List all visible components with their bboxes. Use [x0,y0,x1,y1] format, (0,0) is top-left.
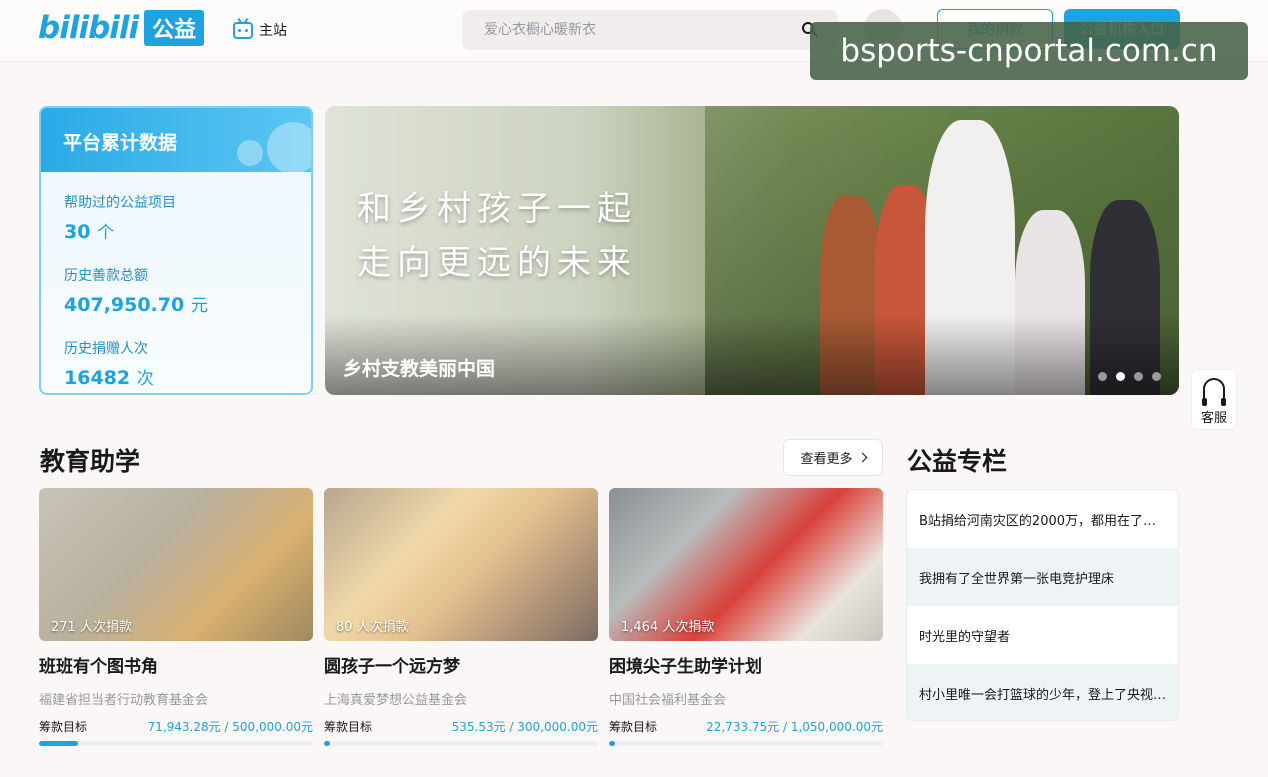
project-image: 271 人次捐款 [39,488,313,641]
hero-banner[interactable]: 和乡村孩子一起 走向更远的未来 乡村支教美丽中国 [325,106,1179,395]
project-goal: 筹款目标 535.53元 / 300,000.00元 [324,718,598,735]
customer-service-button[interactable]: 客服 [1191,369,1237,430]
view-more-button[interactable]: 查看更多 [783,439,883,476]
goal-label: 筹款目标 [39,720,88,734]
stats-title: 平台累计数据 [63,132,178,154]
carousel-dot[interactable] [1098,372,1107,381]
stat-label-total: 历史善款总额 [64,268,148,284]
project-goal: 筹款目标 71,943.28元 / 500,000.00元 [39,718,313,735]
customer-service-label: 客服 [1200,411,1227,426]
tv-icon [233,21,253,39]
carousel-dots [1098,372,1161,381]
project-org: 福建省担当者行动教育基金会 [39,693,209,708]
headset-icon [1202,378,1226,406]
progress-fill [324,741,331,746]
search-bar [462,10,838,50]
bubble-decoration [267,122,311,174]
carousel-dot[interactable] [1116,372,1125,381]
column-article-link[interactable]: 我拥有了全世界第一张电竞护理床 [907,548,1178,606]
column-list: B站捐给河南灾区的2000万，都用在了哪里？ 我拥有了全世界第一张电竞护理床 时… [906,489,1179,721]
stat-value-donors: 16482 次 [64,367,154,389]
main-site-link[interactable]: 主站 [233,20,287,40]
carousel-dot[interactable] [1152,372,1161,381]
section-title-column: 公益专栏 [907,447,1008,476]
bubble-decoration [237,140,263,166]
goal-label: 筹款目标 [324,720,373,734]
progress-track [39,741,313,746]
project-image: 1,464 人次捐款 [609,488,883,641]
project-title: 班班有个图书角 [39,657,158,677]
project-image: 80 人次捐款 [324,488,598,641]
project-title: 困境尖子生助学计划 [609,657,762,677]
donor-count: 80 人次捐款 [336,620,409,635]
banner-headline: 和乡村孩子一起 走向更远的未来 [357,189,637,283]
logo-text: bilibili [38,10,139,46]
platform-stats-card: 平台累计数据 帮助过的公益项目 30 个 历史善款总额 407,950.70 元… [39,106,313,395]
progress-track [324,741,598,746]
column-article-link[interactable]: 村小里唯一会打篮球的少年，登上了央视舞台 [907,664,1178,720]
view-more-label: 查看更多 [800,452,853,467]
project-card[interactable]: 1,464 人次捐款 困境尖子生助学计划 中国社会福利基金会 筹款目标 22,7… [609,488,883,746]
carousel-dot[interactable] [1134,372,1143,381]
stats-header: 平台累计数据 [41,108,311,174]
logo-badge: 公益 [144,10,205,46]
column-article-link[interactable]: B站捐给河南灾区的2000万，都用在了哪里？ [907,490,1178,548]
section-title-education: 教育助学 [40,447,141,476]
progress-fill [39,741,79,746]
project-org: 中国社会福利基金会 [609,693,727,708]
goal-label: 筹款目标 [609,720,658,734]
stat-value-total: 407,950.70 元 [64,294,208,316]
progress-track [609,741,883,746]
column-article-link[interactable]: 时光里的守望者 [907,606,1178,664]
goal-amount: 535.53元 / 300,000.00元 [451,720,598,734]
donor-count: 1,464 人次捐款 [621,620,715,635]
progress-fill [609,741,616,746]
stat-label-donors: 历史捐赠人次 [64,341,148,357]
watermark-overlay: bsports-cnportal.com.cn [810,22,1248,80]
project-card[interactable]: 80 人次捐款 圆孩子一个远方梦 上海真爱梦想公益基金会 筹款目标 535.53… [324,488,598,746]
donor-count: 271 人次捐款 [51,620,132,635]
stat-label-projects: 帮助过的公益项目 [64,195,176,211]
goal-amount: 22,733.75元 / 1,050,000.00元 [706,720,883,734]
goal-amount: 71,943.28元 / 500,000.00元 [147,720,313,734]
stat-value-projects: 30 个 [64,221,115,243]
project-goal: 筹款目标 22,733.75元 / 1,050,000.00元 [609,718,883,735]
chevron-right-icon [857,452,867,463]
stats-body: 帮助过的公益项目 30 个 历史善款总额 407,950.70 元 历史捐赠人次… [41,172,311,393]
project-org: 上海真爱梦想公益基金会 [324,693,468,708]
project-card[interactable]: 271 人次捐款 班班有个图书角 福建省担当者行动教育基金会 筹款目标 71,9… [39,488,313,746]
banner-caption: 乡村支教美丽中国 [343,358,496,380]
main-site-label: 主站 [259,23,287,39]
bilibili-gongyi-logo[interactable]: bilibili 公益 [38,10,205,46]
search-input[interactable] [462,10,792,50]
project-title: 圆孩子一个远方梦 [324,657,460,677]
